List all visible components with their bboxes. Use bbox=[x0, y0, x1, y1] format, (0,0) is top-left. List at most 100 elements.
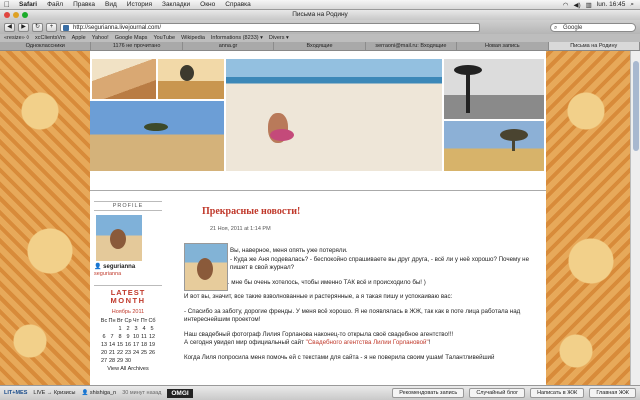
address-text: http://segurianna.livejournal.com/ bbox=[73, 24, 162, 31]
post-paragraph: Когда Лиля попросила меня помочь ей с те… bbox=[184, 353, 495, 361]
status-user-note: 30 минут назад bbox=[122, 390, 162, 396]
calendar-day: 12 bbox=[148, 334, 156, 340]
calendar-day bbox=[108, 325, 116, 333]
username[interactable]: 👤 segurianna bbox=[94, 263, 162, 270]
menu-help[interactable]: Справка bbox=[220, 1, 256, 8]
calendar-day: 28 bbox=[108, 358, 116, 364]
calendar-day: 2 bbox=[126, 326, 130, 332]
post-paragraph: Вы, наверное, меня опять уже потеряли. bbox=[230, 247, 348, 254]
tab-anna[interactable]: anna.gr bbox=[183, 42, 275, 50]
calendar-day: 22 bbox=[116, 350, 124, 356]
menu-window[interactable]: Окно bbox=[195, 1, 220, 8]
status-user[interactable]: 👤 shishiga_n bbox=[82, 390, 117, 396]
recommend-post-button[interactable]: Рекомендовать запись bbox=[392, 388, 465, 398]
calendar-grid: Вс Пн Вт Ср Чт Пт Сб 1 2 3 4 5 6 7 8 9 1… bbox=[100, 317, 156, 365]
calendar-day bbox=[132, 357, 140, 365]
view-all-archives-link[interactable]: View All Archives bbox=[94, 366, 162, 372]
tab-letters-home[interactable]: Письма на Родину bbox=[548, 42, 640, 50]
bookmark-item[interactable]: «resize» ◊ bbox=[4, 35, 29, 41]
calendar-month[interactable]: Ноябрь 2011 bbox=[94, 309, 162, 315]
back-button[interactable]: ◀ bbox=[4, 22, 15, 32]
search-input[interactable]: ⌕ Google bbox=[550, 22, 636, 32]
calendar-day: 1 bbox=[118, 326, 122, 332]
tab-odnoklassniki[interactable]: Одноклассники bbox=[0, 42, 92, 50]
calendar-dayname: Пт bbox=[140, 318, 148, 324]
bookmark-item[interactable]: xcClientsVm bbox=[35, 35, 66, 41]
random-blog-button[interactable]: Случайный блог bbox=[469, 388, 526, 398]
user-icon: 👤 bbox=[81, 390, 89, 396]
post-paragraph: И вот вы, значит, все такие взволнованны… bbox=[184, 293, 453, 300]
zoom-icon[interactable] bbox=[22, 12, 28, 18]
apple-icon[interactable]:  bbox=[0, 0, 14, 9]
calendar-day: 13 bbox=[100, 342, 108, 348]
bookmark-item[interactable]: Google Maps bbox=[115, 35, 148, 41]
status-user-name[interactable]: shishiga_n bbox=[90, 390, 116, 396]
agency-site-link[interactable]: "Свадебного агентства Лилии Горлановой" bbox=[306, 339, 429, 346]
close-icon[interactable] bbox=[4, 12, 10, 18]
scrollbar-thumb[interactable] bbox=[633, 61, 639, 151]
write-lj-button[interactable]: Написать в ЖЖ bbox=[530, 388, 585, 398]
post-text: А сегодня увидел мир официальный сайт bbox=[184, 339, 306, 346]
profile-heading: PROFILE bbox=[94, 201, 162, 211]
menu-edit[interactable]: Правка bbox=[68, 1, 100, 8]
photo-acacia-tree bbox=[444, 121, 544, 171]
clock[interactable]: lun. 16:45 bbox=[597, 1, 626, 8]
calendar-dayname: Пн bbox=[108, 318, 116, 324]
post-paragraph: - Спасибо за заботу, дорогие френды. У м… bbox=[184, 307, 521, 324]
reload-button[interactable]: ↻ bbox=[32, 22, 43, 32]
header-banner bbox=[90, 57, 546, 183]
tab-mail-inbox[interactable]: serraoni@mail.ru: Входящие bbox=[366, 42, 458, 50]
volume-icon[interactable]: ◀) bbox=[573, 1, 580, 9]
minimize-icon[interactable] bbox=[13, 12, 19, 18]
address-bar[interactable]: http://segurianna.livejournal.com/ bbox=[60, 22, 480, 32]
photo-dunes bbox=[92, 59, 156, 99]
menu-history[interactable]: История bbox=[122, 1, 157, 8]
post-date[interactable]: 21 Ноя, 2011 at 1:14 PM bbox=[210, 226, 540, 232]
post-userpic bbox=[184, 243, 228, 291]
bookmark-item[interactable]: Yahoo! bbox=[92, 35, 109, 41]
tab-unread[interactable]: 1176 не прочитано bbox=[91, 42, 183, 50]
bookmark-item[interactable]: Apple bbox=[72, 35, 86, 41]
omgi-logo[interactable]: OMGI bbox=[167, 388, 193, 398]
bookmark-item[interactable]: Informations (8233) ▾ bbox=[211, 35, 263, 41]
calendar-dayname: Сб bbox=[148, 318, 156, 324]
calendar-day: 18 bbox=[140, 342, 148, 348]
username-text[interactable]: segurianna bbox=[103, 264, 135, 270]
calendar: Ноябрь 2011 Вс Пн Вт Ср Чт Пт Сб 1 2 3 4… bbox=[94, 309, 162, 372]
post-paragraph: - Куда же Аня подевалась? - беспокойно с… bbox=[230, 255, 530, 272]
menu-view[interactable]: Вид bbox=[100, 1, 122, 8]
favicon-icon bbox=[63, 24, 69, 31]
calendar-day: 11 bbox=[141, 334, 147, 340]
calendar-dayname: Вс bbox=[100, 318, 108, 324]
calendar-day bbox=[148, 357, 156, 365]
tab-inbox[interactable]: Входящие bbox=[274, 42, 366, 50]
post-title[interactable]: Прекрасные новости! bbox=[202, 206, 540, 217]
bookmark-item[interactable]: Divers ▾ bbox=[269, 35, 289, 41]
spotlight-icon[interactable]: ⌕ bbox=[630, 1, 634, 9]
lj-home-button[interactable]: Главная ЖЖ bbox=[589, 388, 636, 398]
menu-file[interactable]: Файл bbox=[42, 1, 68, 8]
latest-line2: MONTH bbox=[110, 296, 146, 305]
calendar-day bbox=[140, 357, 148, 365]
bookmarks-bar: «resize» ◊ xcClientsVm Apple Yahoo! Goog… bbox=[0, 34, 640, 42]
live-link[interactable]: LIVE → Кризисы bbox=[33, 390, 75, 396]
avatar[interactable] bbox=[96, 215, 142, 261]
tab-new-post[interactable]: Новая запись bbox=[457, 42, 549, 50]
background-right-ornament bbox=[546, 51, 630, 385]
tab-bar: Одноклассники 1176 не прочитано anna.gr … bbox=[0, 42, 640, 51]
calendar-day: 3 bbox=[134, 326, 138, 332]
calendar-day: 8 bbox=[118, 334, 122, 340]
lj-logo[interactable]: LIT+MES bbox=[4, 390, 27, 396]
menu-bookmarks[interactable]: Закладки bbox=[157, 1, 195, 8]
scrollbar[interactable] bbox=[630, 51, 640, 385]
bookmark-item[interactable]: YouTube bbox=[153, 35, 175, 41]
forward-button[interactable]: ▶ bbox=[18, 22, 29, 32]
flag-icon[interactable]: ▥ bbox=[586, 1, 592, 9]
livejournal-bar: LIT+MES LIVE → Кризисы 👤 shishiga_n 30 м… bbox=[0, 385, 640, 400]
browser-toolbar: ◀ ▶ ↻ + http://segurianna.livejournal.co… bbox=[0, 20, 640, 34]
user-link[interactable]: segurianna bbox=[94, 271, 162, 277]
bookmark-item[interactable]: Wikipedia bbox=[181, 35, 205, 41]
add-bookmark-button[interactable]: + bbox=[46, 22, 57, 32]
wifi-icon[interactable]: ◠ bbox=[563, 1, 569, 9]
menu-safari[interactable]: Safari bbox=[14, 1, 42, 8]
